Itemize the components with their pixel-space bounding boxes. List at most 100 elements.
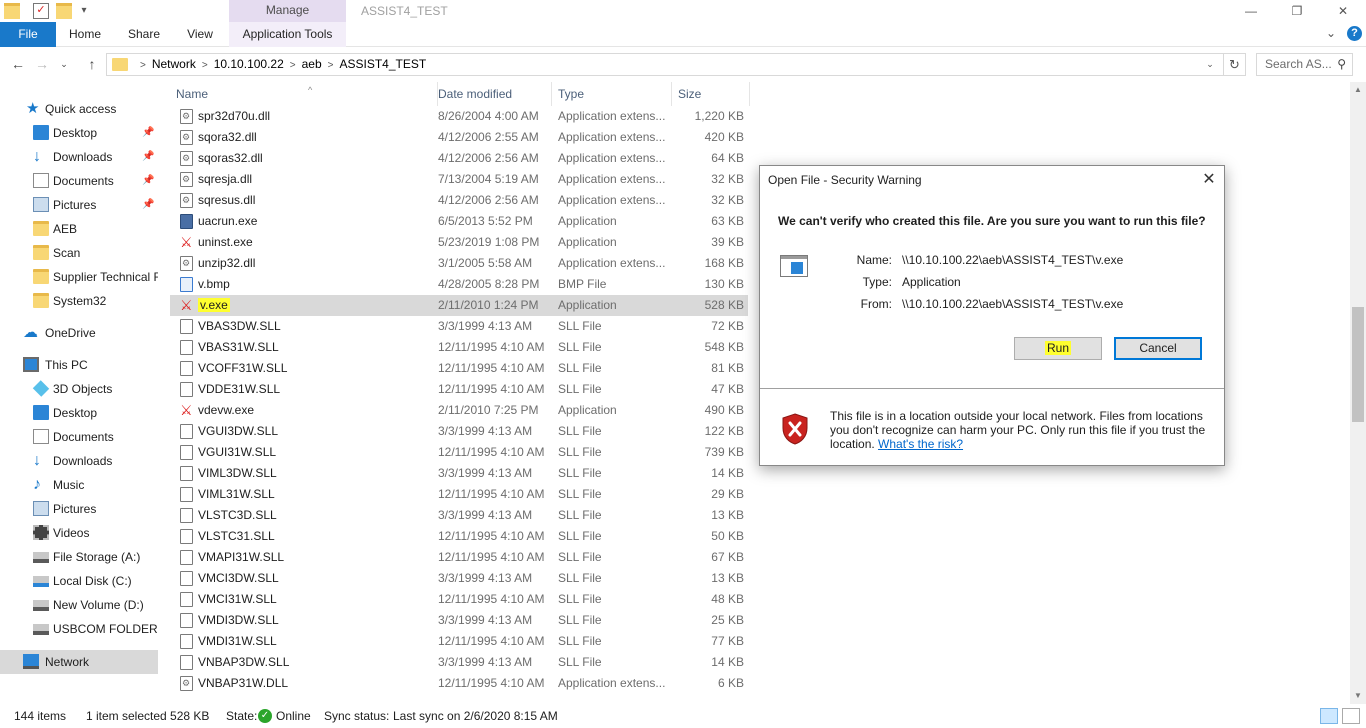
- table-row[interactable]: VCOFF31W.SLL 12/11/1995 4:10 AM SLL File 81…: [170, 358, 748, 379]
- large-icons-view-icon[interactable]: [1342, 708, 1360, 724]
- file-icon: [180, 592, 193, 607]
- properties-icon[interactable]: ✓: [33, 3, 49, 19]
- table-row[interactable]: VMDI31W.SLL 12/11/1995 4:10 AM SLL File 77 …: [170, 631, 748, 652]
- breadcrumb-aeb[interactable]: aeb: [302, 57, 322, 71]
- tab-home[interactable]: Home: [60, 22, 110, 47]
- details-view-icon[interactable]: [1320, 708, 1338, 724]
- table-row[interactable]: VBAS31W.SLL 12/11/1995 4:10 AM SLL File 548…: [170, 337, 748, 358]
- drive-icon: [33, 576, 49, 587]
- minimize-button[interactable]: —: [1228, 0, 1274, 22]
- scroll-down-icon[interactable]: ▼: [1350, 688, 1366, 704]
- table-row[interactable]: VGUI31W.SLL 12/11/1995 4:10 AM SLL File 739…: [170, 442, 748, 463]
- table-row[interactable]: ⚔ vdevw.exe 2/11/2010 7:25 PM Application 49…: [170, 400, 748, 421]
- sidebar-item-file-storage[interactable]: File Storage (A:): [0, 545, 158, 569]
- address-bar[interactable]: > Network >10.10.100.22 > aeb > ASSIST4_TEST ⌄…: [106, 53, 1246, 76]
- refresh-icon[interactable]: ↻: [1223, 54, 1245, 75]
- table-row[interactable]: ⚔ uninst.exe 5/23/2019 1:08 PM Application 3…: [170, 232, 748, 253]
- scrollbar-thumb[interactable]: [1352, 307, 1364, 422]
- restore-button[interactable]: ❐: [1274, 0, 1320, 22]
- forward-button[interactable]: →: [32, 54, 52, 74]
- table-row[interactable]: sqresja.dll 7/13/2004 5:19 AM Application …: [170, 169, 748, 190]
- table-row[interactable]: uacrun.exe 6/5/2013 5:52 PM Application 63 …: [170, 211, 748, 232]
- table-row[interactable]: VIML3DW.SLL 3/3/1999 4:13 AM SLL File 14 KB: [170, 463, 748, 484]
- run-button[interactable]: Run: [1014, 337, 1102, 360]
- column-header-name[interactable]: Name ^: [170, 82, 438, 106]
- table-row[interactable]: VNBAP3DW.SLL 3/3/1999 4:13 AM SLL File 14 K…: [170, 652, 748, 673]
- table-row[interactable]: VMCI3DW.SLL 3/3/1999 4:13 AM SLL File 13 KB: [170, 568, 748, 589]
- sidebar-item-supplier-technical[interactable]: Supplier Technical F: [0, 265, 158, 289]
- table-row[interactable]: VMDI3DW.SLL 3/3/1999 4:13 AM SLL File 25 KB: [170, 610, 748, 631]
- tab-file[interactable]: File: [0, 22, 56, 47]
- sidebar-item-pictures[interactable]: Pictures: [0, 497, 158, 521]
- sidebar-item-quick-access[interactable]: ★ Quick access: [0, 97, 158, 121]
- back-button[interactable]: ←: [8, 54, 28, 74]
- breadcrumb-separator[interactable]: >: [328, 60, 334, 71]
- sidebar-item-onedrive[interactable]: ☁ OneDrive: [0, 321, 158, 345]
- sidebar-item-network[interactable]: Network: [0, 650, 158, 674]
- sidebar-item-label: File Storage (A:): [53, 550, 141, 564]
- tab-application-tools[interactable]: Application Tools: [229, 22, 346, 47]
- tab-share[interactable]: Share: [118, 22, 170, 47]
- close-button[interactable]: ✕: [1320, 0, 1366, 22]
- sidebar-item-3d-objects[interactable]: 3D Objects: [0, 377, 158, 401]
- sidebar-item-music[interactable]: ♪ Music: [0, 473, 158, 497]
- sidebar-item-scan[interactable]: Scan: [0, 241, 158, 265]
- customize-quick-access-icon[interactable]: ▾: [76, 3, 92, 19]
- table-row[interactable]: VNBAP31W.DLL 12/11/1995 4:10 AM Applicatio…: [170, 673, 748, 694]
- expand-ribbon-icon[interactable]: ⌄: [1326, 26, 1342, 42]
- folder-icon[interactable]: [4, 3, 20, 19]
- table-row[interactable]: sqresus.dll 4/12/2006 2:56 AM Application …: [170, 190, 748, 211]
- table-row[interactable]: VGUI3DW.SLL 3/3/1999 4:13 AM SLL File 122 K…: [170, 421, 748, 442]
- address-toolbar: ← → ⌄ ↑ > Network >10.10.100.22 > aeb > ASSIST…: [0, 48, 1366, 80]
- sidebar-item-documents[interactable]: Documents: [0, 425, 158, 449]
- breadcrumb-network[interactable]: Network: [152, 57, 196, 71]
- address-dropdown-icon[interactable]: ⌄: [1201, 54, 1219, 75]
- column-header-date-modified[interactable]: Date modified: [432, 82, 552, 106]
- scroll-up-icon[interactable]: ▲: [1350, 82, 1366, 98]
- cancel-button[interactable]: Cancel: [1114, 337, 1202, 360]
- table-row[interactable]: VIML31W.SLL 12/11/1995 4:10 AM SLL File 29 …: [170, 484, 748, 505]
- tab-view[interactable]: View: [178, 22, 222, 47]
- column-header-type[interactable]: Type: [552, 82, 672, 106]
- table-row[interactable]: spr32d70u.dll 8/26/2004 4:00 AM Applicatio…: [170, 106, 748, 127]
- up-button[interactable]: ↑: [82, 54, 102, 74]
- sidebar-item-this-pc[interactable]: This PC: [0, 353, 158, 377]
- sidebar-item-aeb[interactable]: AEB: [0, 217, 158, 241]
- file-type: SLL File: [558, 361, 602, 375]
- breadcrumb-assist4-test[interactable]: ASSIST4_TEST: [340, 57, 427, 71]
- sidebar-item-new-volume[interactable]: New Volume (D:): [0, 593, 158, 617]
- table-row[interactable]: sqoras32.dll 4/12/2006 2:56 AM Application…: [170, 148, 748, 169]
- help-icon[interactable]: ?: [1347, 26, 1362, 41]
- breadcrumb-separator[interactable]: >: [202, 60, 208, 71]
- sidebar-item-desktop[interactable]: Desktop: [0, 401, 158, 425]
- column-header-size[interactable]: Size: [672, 82, 750, 106]
- sidebar-item-pictures-pinned[interactable]: Pictures 📌: [0, 193, 158, 217]
- table-row[interactable]: v.bmp 4/28/2005 8:28 PM BMP File 130 KB: [170, 274, 748, 295]
- table-row[interactable]: unzip32.dll 3/1/2005 5:58 AM Application e…: [170, 253, 748, 274]
- table-row[interactable]: VBAS3DW.SLL 3/3/1999 4:13 AM SLL File 72 KB: [170, 316, 748, 337]
- whats-the-risk-link[interactable]: What's the risk?: [878, 437, 963, 451]
- breadcrumb-separator[interactable]: >: [290, 60, 296, 71]
- breadcrumb-host[interactable]: 10.10.100.22: [214, 57, 284, 71]
- vertical-scrollbar[interactable]: ▲ ▼: [1350, 82, 1366, 704]
- sidebar-item-usbcom[interactable]: USBCOM FOLDER (: [0, 617, 158, 641]
- recent-locations-button[interactable]: ⌄: [54, 54, 74, 74]
- table-row[interactable]: sqora32.dll 4/12/2006 2:55 AM Application …: [170, 127, 748, 148]
- new-folder-icon[interactable]: [56, 3, 72, 19]
- table-row[interactable]: VMAPI31W.SLL 12/11/1995 4:10 AM SLL File 67…: [170, 547, 748, 568]
- security-warning-dialog: Open File - Security Warning ✕ We can't …: [759, 165, 1225, 466]
- sidebar-item-local-disk[interactable]: Local Disk (C:): [0, 569, 158, 593]
- sidebar-item-desktop-pinned[interactable]: Desktop 📌: [0, 121, 158, 145]
- dialog-close-button[interactable]: ✕: [1194, 166, 1224, 194]
- sidebar-item-videos[interactable]: Videos: [0, 521, 158, 545]
- table-row[interactable]: VLSTC31.SLL 12/11/1995 4:10 AM SLL File 50 …: [170, 526, 748, 547]
- sidebar-item-downloads[interactable]: ↓ Downloads: [0, 449, 158, 473]
- table-row[interactable]: ⚔ v.exe 2/11/2010 1:24 PM Application 528 KB: [170, 295, 748, 316]
- sidebar-item-documents-pinned[interactable]: Documents 📌: [0, 169, 158, 193]
- sidebar-item-system32[interactable]: System32: [0, 289, 158, 313]
- table-row[interactable]: VLSTC3D.SLL 3/3/1999 4:13 AM SLL File 13 KB: [170, 505, 748, 526]
- table-row[interactable]: VMCI31W.SLL 12/11/1995 4:10 AM SLL File 48 …: [170, 589, 748, 610]
- search-box[interactable]: Search AS... ⚲: [1256, 53, 1353, 76]
- table-row[interactable]: VDDE31W.SLL 12/11/1995 4:10 AM SLL File 47 …: [170, 379, 748, 400]
- sidebar-item-downloads-pinned[interactable]: ↓ Downloads 📌: [0, 145, 158, 169]
